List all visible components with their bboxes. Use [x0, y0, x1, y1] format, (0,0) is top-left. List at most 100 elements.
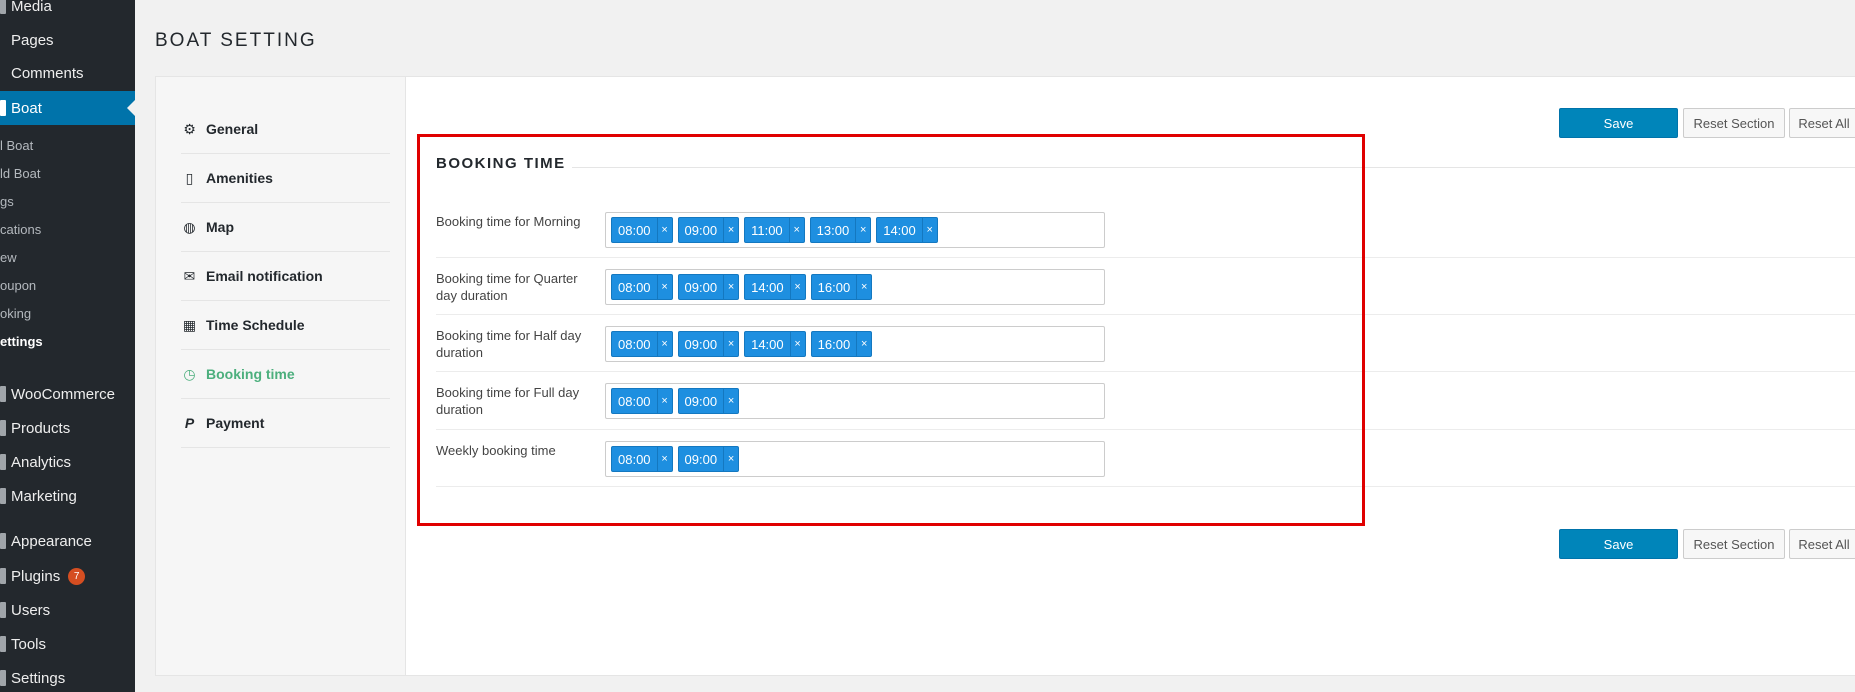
time-tag: 09:00 × [677, 331, 740, 357]
sidebar-item-boat[interactable]: Boat [0, 91, 135, 125]
remove-tag-icon[interactable]: × [789, 275, 805, 299]
tag-value: 09:00 [684, 336, 718, 352]
sidebar-item-users[interactable]: Users [0, 600, 135, 620]
reset-section-button-bottom[interactable]: Reset Section [1683, 529, 1785, 559]
tag-value: 08:00 [618, 451, 651, 467]
submenu-label: l Boat [0, 138, 34, 153]
tab-booking-time[interactable]: ◷ Booking time [181, 350, 390, 399]
boat-icon [0, 100, 6, 116]
sidebar-item-media[interactable]: Media [0, 0, 135, 16]
sidebar-item-pages[interactable]: Pages [0, 30, 135, 50]
tab-general[interactable]: ⚙ General [181, 105, 390, 154]
time-tag: 14:00 × [744, 274, 806, 300]
tab-time-schedule[interactable]: ▦ Time Schedule [181, 301, 390, 350]
tag-value: 08:00 [618, 222, 651, 238]
remove-tag-icon[interactable]: × [723, 389, 738, 413]
tag-value: 08:00 [618, 336, 651, 352]
row-divider [436, 429, 1855, 430]
tab-amenities[interactable]: ▯ Amenities [181, 154, 390, 203]
admin-sidebar: Media Pages Comments Boat l Boat ld Boat… [0, 0, 135, 692]
sidebar-item-appearance[interactable]: Appearance [0, 531, 135, 551]
row-divider [436, 371, 1855, 372]
remove-tag-icon[interactable]: × [788, 218, 804, 242]
remove-tag-icon[interactable]: × [723, 218, 738, 242]
row-divider [436, 257, 1855, 258]
save-button[interactable]: Save [1559, 108, 1678, 138]
field-label: Booking time for Full day duration [436, 385, 580, 417]
remove-tag-icon[interactable]: × [656, 275, 672, 299]
sidebar-item-label: Pages [11, 31, 54, 49]
tab-map[interactable]: ◍ Map [181, 203, 390, 252]
sidebar-item-woocommerce[interactable]: WooCommerce [0, 384, 135, 404]
sidebar-item-label: Plugins [11, 567, 61, 585]
remove-tag-icon[interactable]: × [656, 332, 672, 356]
plugins-update-badge: 7 [68, 567, 86, 585]
remove-tag-icon[interactable]: × [856, 332, 871, 356]
submenu-item[interactable]: oupon [0, 278, 135, 293]
submenu-label: ew [0, 250, 17, 265]
sidebar-item-comments[interactable]: Comments [0, 63, 135, 83]
time-tag: 09:00 × [677, 274, 740, 300]
sidebar-item-label: Marketing [11, 487, 77, 505]
full-day-time-field[interactable]: 08:00 × 09:00 × [605, 383, 1105, 419]
tab-payment[interactable]: P Payment [181, 399, 390, 448]
appearance-icon [0, 533, 6, 549]
submenu-item[interactable]: ew [0, 250, 135, 265]
remove-tag-icon[interactable]: × [789, 332, 805, 356]
field-label: Weekly booking time [436, 443, 556, 458]
weekly-time-field[interactable]: 08:00 × 09:00 × [605, 441, 1105, 477]
submenu-item[interactable]: gs [0, 194, 135, 209]
half-day-time-field[interactable]: 08:00 × 09:00 × 14:00 × 16:00 × [605, 326, 1105, 362]
morning-time-field[interactable]: 08:00 × 09:00 × 11:00 × 13:00 × 14:00 × [605, 212, 1105, 248]
remove-tag-icon[interactable]: × [723, 275, 738, 299]
field-label: Booking time for Morning [436, 214, 581, 229]
time-tag: 09:00 × [677, 446, 740, 472]
sidebar-item-marketing[interactable]: Marketing [0, 486, 135, 506]
time-tag: 09:00 × [677, 388, 740, 414]
reset-all-button[interactable]: Reset All [1789, 108, 1855, 138]
sidebar-item-label: Users [11, 601, 51, 619]
remove-tag-icon[interactable]: × [656, 218, 672, 242]
sidebar-item-tools[interactable]: Tools [0, 634, 135, 654]
tag-value: 09:00 [684, 393, 718, 409]
submenu-item[interactable]: cations [0, 222, 135, 237]
section-title: BOOKING TIME [436, 155, 566, 172]
remove-tag-icon[interactable]: × [855, 218, 870, 242]
remove-tag-icon[interactable]: × [856, 275, 871, 299]
tab-email-notification[interactable]: ✉ Email notification [181, 252, 390, 301]
remove-tag-icon[interactable]: × [656, 447, 672, 471]
sidebar-item-label: Analytics [11, 453, 72, 471]
remove-tag-icon[interactable]: × [656, 389, 672, 413]
submenu-item[interactable]: ld Boat [0, 166, 135, 181]
remove-tag-icon[interactable]: × [723, 447, 738, 471]
reset-all-button-bottom[interactable]: Reset All [1789, 529, 1855, 559]
tag-value: 14:00 [751, 336, 784, 352]
tab-label: Amenities [206, 170, 273, 186]
sidebar-item-label: Appearance [11, 532, 92, 550]
tab-label: General [206, 121, 259, 137]
sidebar-item-analytics[interactable]: Analytics [0, 452, 135, 472]
time-tag: 14:00 × [744, 331, 806, 357]
submenu-item[interactable]: l Boat [0, 138, 135, 153]
submenu-item[interactable]: oking [0, 306, 135, 321]
remove-tag-icon[interactable]: × [723, 332, 738, 356]
tab-label: Payment [206, 415, 265, 431]
submenu-item-current[interactable]: ettings [0, 334, 135, 349]
tag-value: 13:00 [816, 222, 850, 238]
tag-value: 14:00 [751, 279, 784, 295]
save-button-bottom[interactable]: Save [1559, 529, 1678, 559]
users-icon [0, 602, 6, 618]
sidebar-item-settings[interactable]: Settings [0, 668, 135, 688]
plugins-icon [0, 568, 6, 584]
quarter-day-time-field[interactable]: 08:00 × 09:00 × 14:00 × 16:00 × [605, 269, 1105, 305]
sidebar-item-products[interactable]: Products [0, 418, 135, 438]
pages-icon [0, 32, 6, 48]
remove-tag-icon[interactable]: × [921, 218, 937, 242]
sidebar-item-label: Products [11, 419, 71, 437]
time-tag: 08:00 × [611, 331, 673, 357]
reset-section-button[interactable]: Reset Section [1683, 108, 1785, 138]
tag-value: 16:00 [817, 336, 851, 352]
submenu-label: gs [0, 194, 14, 209]
sidebar-item-label: Settings [11, 669, 66, 687]
sidebar-item-plugins[interactable]: Plugins 7 [0, 566, 135, 586]
